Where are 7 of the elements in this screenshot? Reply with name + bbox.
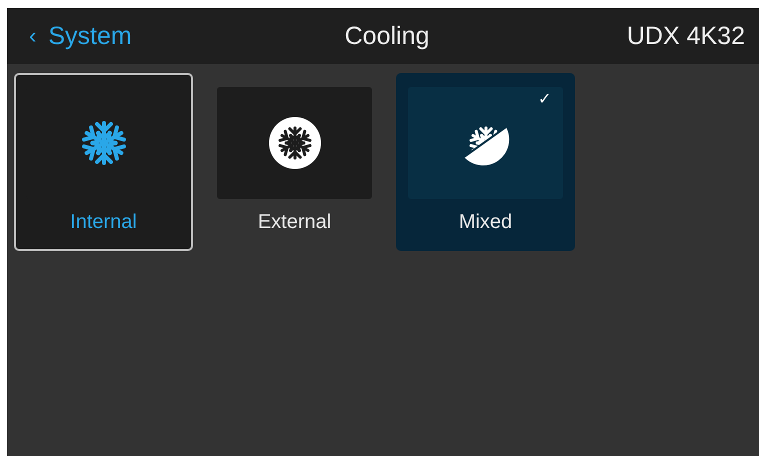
snowflake-icon: [268, 116, 322, 170]
device-name: UDX 4K32: [626, 22, 745, 50]
cooling-option[interactable]: Internal: [14, 73, 193, 251]
cooling-option[interactable]: Mixed ✓: [396, 73, 575, 251]
page-title: Cooling: [344, 22, 430, 50]
back-button[interactable]: ‹ System: [29, 22, 132, 50]
check-icon: ✓: [538, 89, 551, 109]
